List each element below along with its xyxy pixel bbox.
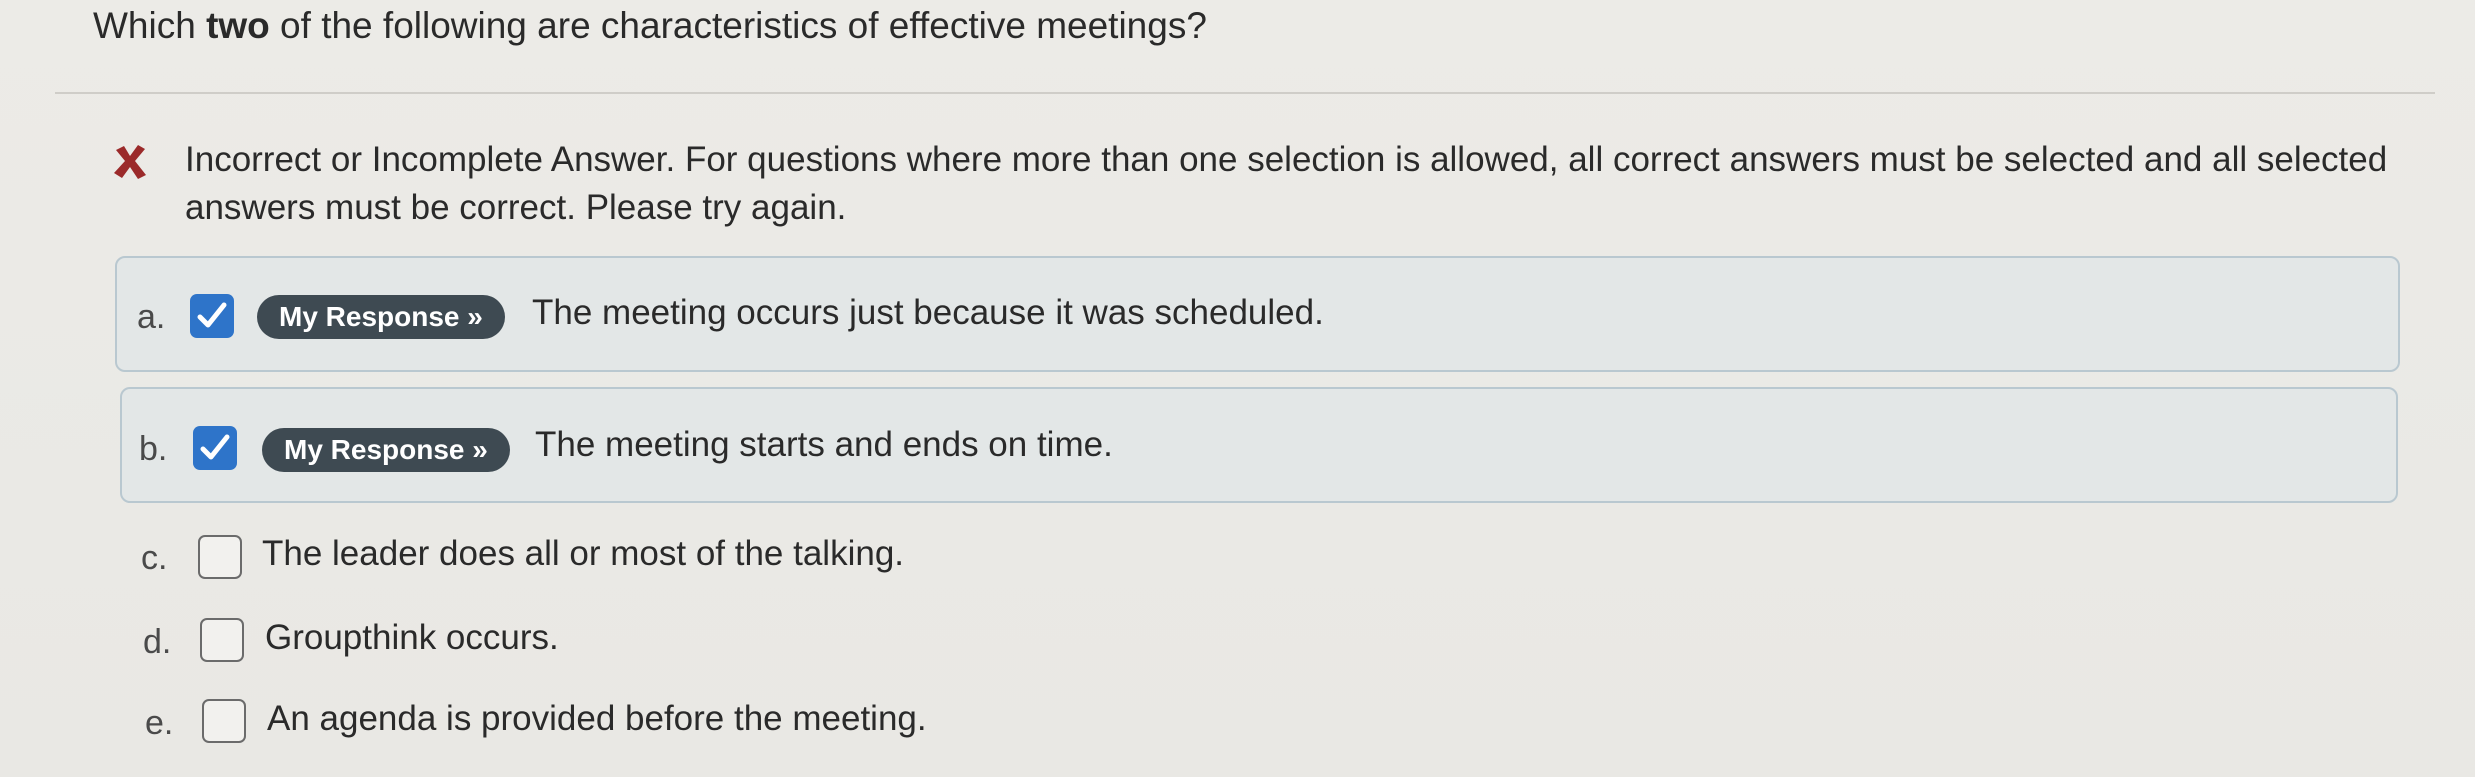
question-suffix: of the following are characteristics of … [269,5,1207,46]
option-e-text[interactable]: An agenda is provided before the meeting… [267,697,927,741]
option-c-letter: c. [141,539,168,577]
option-c-checkbox[interactable] [198,535,242,579]
question-prefix: Which [93,5,207,46]
option-d-letter: d. [143,623,172,661]
checkmark-icon [200,434,230,460]
option-b-letter: b. [139,430,168,468]
option-a-card[interactable]: a. My Response » The meeting occurs just… [115,256,2400,372]
question-text: Which two of the following are character… [93,2,1207,50]
divider [55,92,2435,94]
option-a-text: The meeting occurs just because it was s… [532,293,1324,332]
my-response-badge: My Response » [262,428,510,472]
option-b-checkbox[interactable] [193,426,237,470]
option-b-card[interactable]: b. My Response » The meeting starts and … [120,387,2398,503]
my-response-badge: My Response » [257,295,505,339]
x-mark-icon [114,145,146,179]
option-e-letter: e. [145,704,174,742]
option-b-text: The meeting starts and ends on time. [535,425,1113,464]
quiz-page: Which two of the following are character… [0,0,2475,777]
option-a-checkbox[interactable] [190,294,234,338]
option-a-letter: a. [137,298,166,336]
option-d-text[interactable]: Groupthink occurs. [265,616,559,660]
option-d-checkbox[interactable] [200,618,244,662]
option-e-checkbox[interactable] [202,699,246,743]
feedback-text: Incorrect or Incomplete Answer. For ques… [185,140,2388,227]
question-emphasis: two [206,5,270,46]
checkmark-icon [197,302,227,328]
option-c-text[interactable]: The leader does all or most of the talki… [262,532,904,576]
